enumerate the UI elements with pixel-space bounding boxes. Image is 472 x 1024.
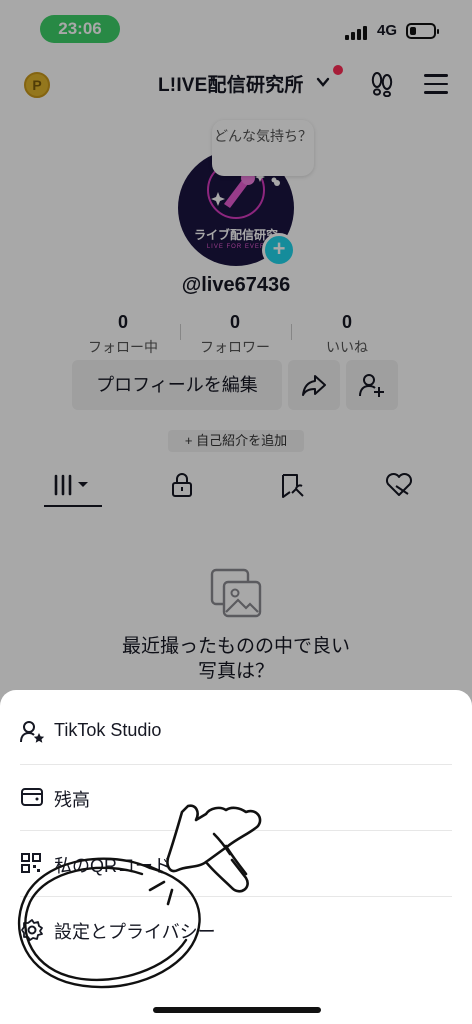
annotation-overlay [17,804,262,989]
pointing-hand-icon [166,804,262,893]
emphasis-lines [146,864,174,906]
home-indicator [153,1007,321,1013]
hand-drawn-circle [17,857,201,989]
